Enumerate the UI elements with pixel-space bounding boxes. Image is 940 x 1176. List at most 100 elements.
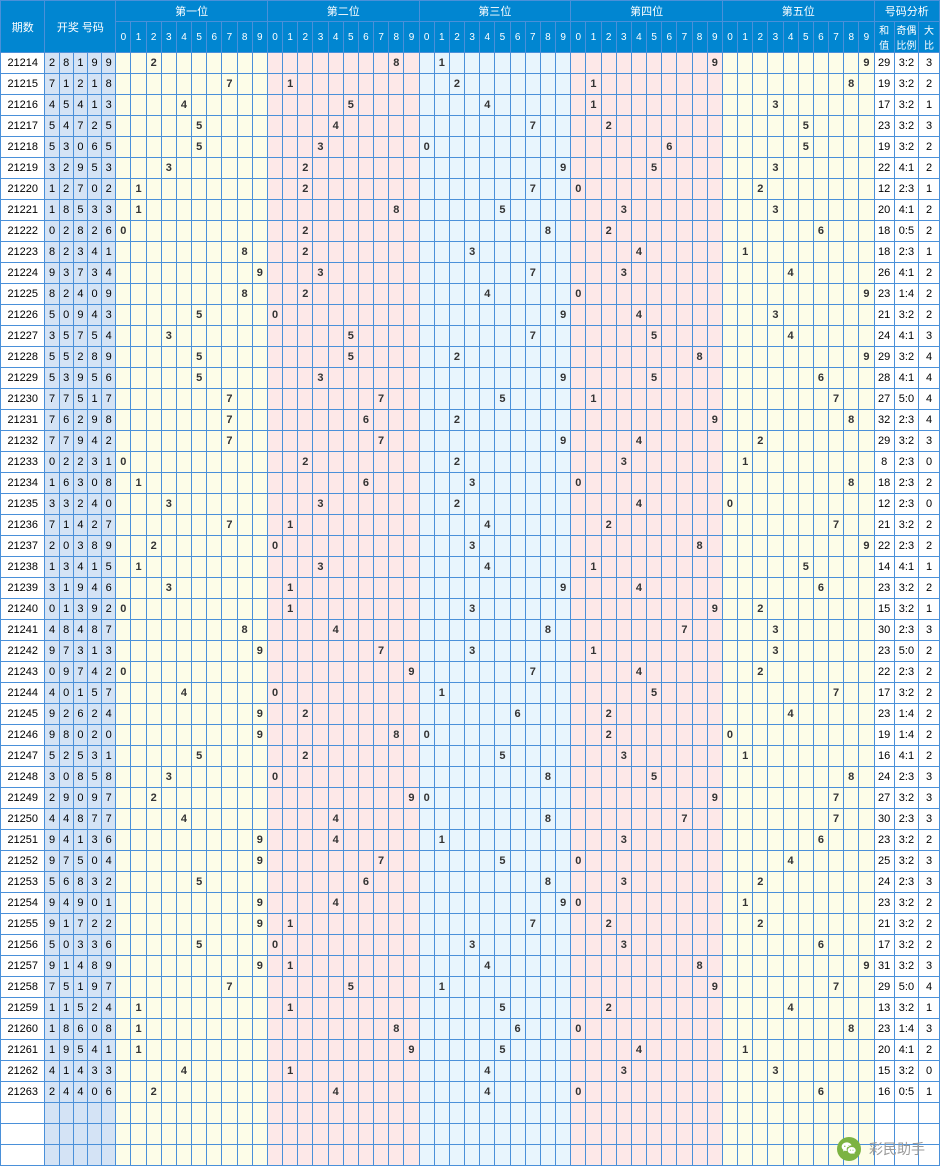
trend-cell bbox=[480, 641, 495, 662]
big-cell: 2 bbox=[919, 662, 940, 683]
trend-cell bbox=[252, 305, 267, 326]
trend-cell bbox=[449, 725, 464, 746]
trend-cell bbox=[540, 830, 555, 851]
sum-cell: 21 bbox=[874, 515, 894, 536]
trend-cell: 8 bbox=[389, 1019, 404, 1040]
trend-cell bbox=[374, 494, 389, 515]
sub-digit: 8 bbox=[389, 22, 404, 53]
trend-cell bbox=[495, 1019, 510, 1040]
trend-cell bbox=[540, 662, 555, 683]
trend-cell bbox=[540, 1082, 555, 1103]
trend-cell bbox=[540, 578, 555, 599]
trend-cell bbox=[525, 1061, 540, 1082]
sum-cell: 15 bbox=[874, 599, 894, 620]
period-cell: 21245 bbox=[1, 704, 45, 725]
trend-cell bbox=[480, 263, 495, 284]
trend-cell bbox=[222, 620, 237, 641]
trend-cell bbox=[449, 599, 464, 620]
trend-cell: 4 bbox=[176, 95, 191, 116]
trend-cell bbox=[374, 914, 389, 935]
trend-cell bbox=[252, 473, 267, 494]
trend-cell: 0 bbox=[419, 725, 434, 746]
trend-cell bbox=[813, 620, 828, 641]
trend-cell bbox=[419, 473, 434, 494]
trend-cell bbox=[222, 725, 237, 746]
trend-cell bbox=[586, 767, 601, 788]
trend-cell bbox=[783, 725, 798, 746]
trend-cell bbox=[161, 620, 176, 641]
trend-cell bbox=[419, 389, 434, 410]
period-cell: 21227 bbox=[1, 326, 45, 347]
trend-cell bbox=[192, 1019, 207, 1040]
trend-cell bbox=[374, 347, 389, 368]
oe-cell: 4:1 bbox=[894, 368, 918, 389]
trend-cell: 4 bbox=[480, 557, 495, 578]
trend-cell bbox=[798, 494, 813, 515]
draw-digit: 3 bbox=[59, 137, 73, 158]
trend-cell bbox=[283, 725, 298, 746]
trend-cell bbox=[525, 137, 540, 158]
draw-digit: 2 bbox=[59, 179, 73, 200]
trend-cell bbox=[434, 557, 449, 578]
trend-cell bbox=[358, 683, 373, 704]
trend-cell: 1 bbox=[283, 998, 298, 1019]
trend-cell bbox=[207, 53, 222, 74]
trend-cell bbox=[237, 515, 252, 536]
trend-cell bbox=[419, 431, 434, 452]
trend-cell bbox=[480, 1040, 495, 1061]
trend-cell: 1 bbox=[586, 95, 601, 116]
trend-cell bbox=[434, 662, 449, 683]
trend-cell bbox=[161, 53, 176, 74]
big-cell: 2 bbox=[919, 515, 940, 536]
trend-cell bbox=[328, 998, 343, 1019]
trend-cell bbox=[358, 158, 373, 179]
trend-cell bbox=[449, 914, 464, 935]
trend-cell bbox=[419, 956, 434, 977]
trend-cell bbox=[616, 662, 631, 683]
trend-cell bbox=[571, 641, 586, 662]
trend-cell bbox=[237, 74, 252, 95]
trend-cell bbox=[328, 410, 343, 431]
trend-cell bbox=[829, 326, 844, 347]
trend-cell bbox=[753, 326, 768, 347]
trend-cell bbox=[389, 935, 404, 956]
draw-digit: 1 bbox=[45, 200, 59, 221]
trend-cell bbox=[343, 809, 358, 830]
trend-cell bbox=[783, 284, 798, 305]
trend-cell bbox=[283, 116, 298, 137]
trend-cell bbox=[631, 767, 646, 788]
trend-cell bbox=[677, 557, 692, 578]
oe-cell: 2:3 bbox=[894, 536, 918, 557]
trend-cell bbox=[768, 137, 783, 158]
trend-cell bbox=[798, 662, 813, 683]
trend-cell bbox=[556, 221, 571, 242]
trend-cell bbox=[510, 998, 525, 1019]
trend-cell bbox=[722, 704, 737, 725]
draw-digit: 2 bbox=[87, 515, 101, 536]
trend-cell bbox=[374, 683, 389, 704]
draw-digit: 0 bbox=[45, 662, 59, 683]
trend-cell bbox=[237, 137, 252, 158]
trend-cell bbox=[313, 221, 328, 242]
trend-cell bbox=[798, 977, 813, 998]
trend-cell: 3 bbox=[465, 935, 480, 956]
trend-cell bbox=[631, 473, 646, 494]
trend-cell bbox=[768, 1082, 783, 1103]
trend-cell bbox=[328, 242, 343, 263]
trend-cell bbox=[844, 557, 859, 578]
trend-cell bbox=[813, 767, 828, 788]
trend-cell bbox=[510, 977, 525, 998]
trend-cell bbox=[449, 473, 464, 494]
trend-cell bbox=[389, 557, 404, 578]
trend-cell bbox=[267, 578, 282, 599]
trend-cell: 2 bbox=[146, 536, 161, 557]
trend-cell bbox=[525, 956, 540, 977]
trend-cell bbox=[783, 977, 798, 998]
trend-cell: 1 bbox=[283, 578, 298, 599]
trend-cell bbox=[601, 347, 616, 368]
draw-digit: 2 bbox=[102, 431, 116, 452]
trend-cell bbox=[237, 431, 252, 452]
trend-cell: 4 bbox=[783, 326, 798, 347]
trend-cell bbox=[283, 473, 298, 494]
trend-cell: 9 bbox=[556, 578, 571, 599]
